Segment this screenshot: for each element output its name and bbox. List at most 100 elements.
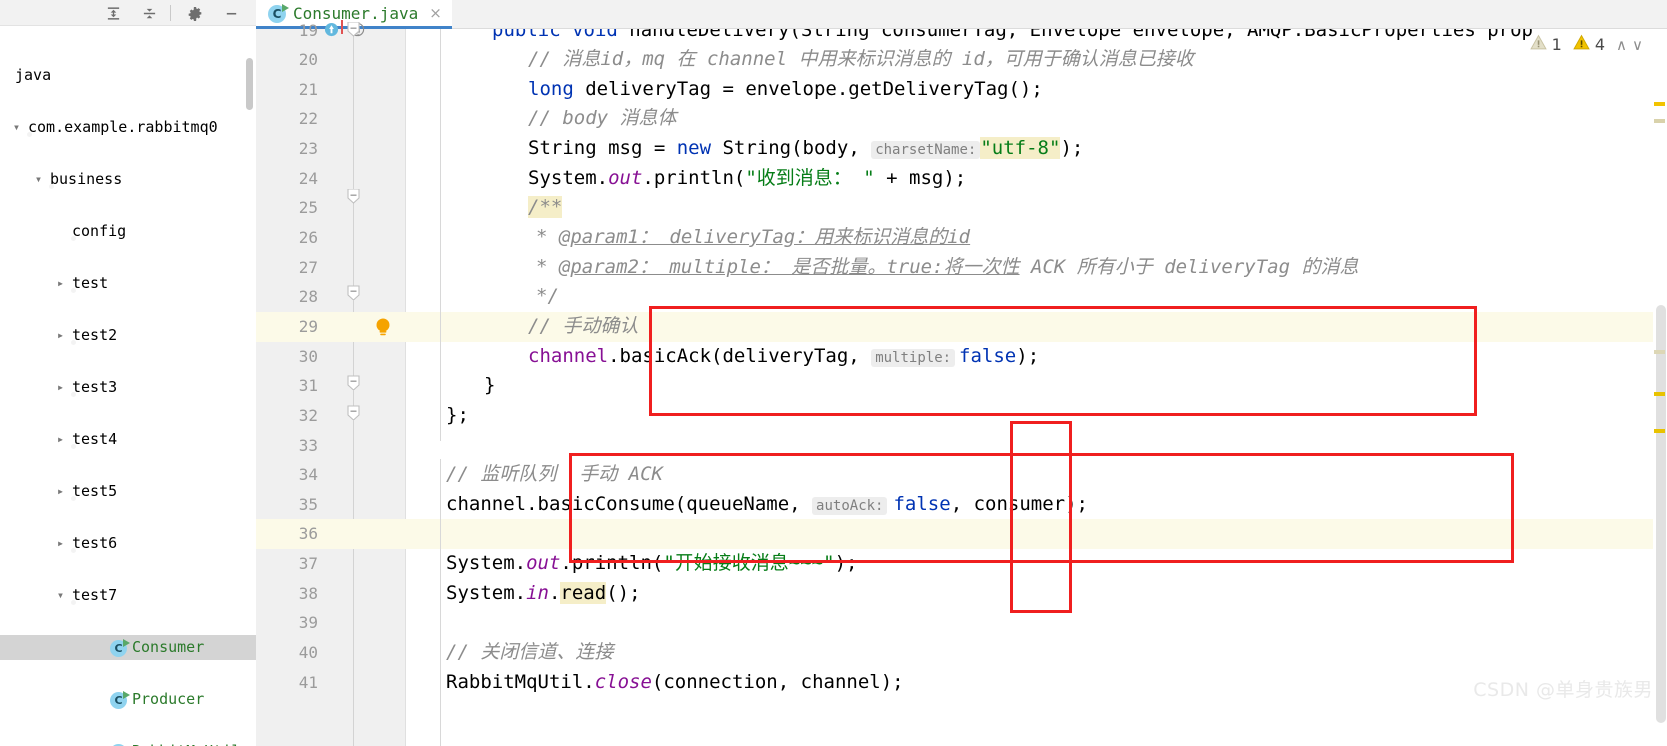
override-method-icon[interactable] (324, 22, 339, 41)
chevron-right-icon[interactable]: ▸ (54, 271, 67, 296)
editor-marker-bar[interactable] (1653, 29, 1667, 746)
fold-marker-collapse[interactable] (347, 404, 360, 420)
expand-all-icon[interactable] (104, 4, 123, 23)
tree-item-test3[interactable]: ▸ test3 (0, 375, 256, 400)
chevron-down-icon[interactable]: ▾ (54, 583, 67, 608)
warning-count: 4 (1594, 35, 1606, 54)
line-number: 37 (298, 554, 318, 573)
line-number: 23 (298, 139, 318, 158)
tree-item-test2[interactable]: ▸ test2 (0, 323, 256, 348)
line-number: 28 (298, 287, 318, 306)
line-number: 22 (298, 109, 318, 128)
warning-icon[interactable] (1573, 34, 1590, 55)
fold-marker-collapse[interactable] (347, 284, 360, 300)
tree-item-test5[interactable]: ▸ test5 (0, 479, 256, 504)
line-number: 41 (298, 673, 318, 692)
project-tree[interactable]: main java ▾com.example.rabbitmq0 ▾busine… (0, 26, 256, 746)
weak-warning-marker[interactable] (1654, 350, 1665, 354)
line-number: 36 (298, 524, 318, 543)
watermark: CSDN @单身贵族男 (1473, 679, 1653, 701)
code-line-35: channel.basicConsume(queueName, autoAck:… (446, 493, 1088, 515)
editor-gutter[interactable]: 19 20 21 22 23 24 25 26 27 28 29 30 31 3… (256, 20, 406, 746)
fold-marker-collapse[interactable] (347, 374, 360, 390)
code-editor[interactable]: public void handleDelivery(String consum… (406, 29, 1667, 746)
weak-warning-marker[interactable] (1654, 119, 1665, 123)
editor-vertical-scrollbar[interactable] (1656, 305, 1666, 723)
indent-guide (440, 459, 441, 746)
collapse-all-icon[interactable] (140, 4, 159, 23)
line-number: 19 (298, 21, 318, 40)
tree-item-package-root[interactable]: ▾ com.example.rabbitmq0 (0, 115, 256, 140)
chevron-right-icon[interactable]: ▸ (54, 323, 67, 348)
project-tree-scrollbar[interactable] (246, 58, 253, 110)
project-tool-window: main java ▾com.example.rabbitmq0 ▾busine… (0, 0, 256, 746)
minimize-icon[interactable] (222, 4, 241, 23)
code-line-38: System.in.read(); (446, 582, 641, 604)
modified-marker (341, 20, 343, 34)
warning-marker[interactable] (1654, 429, 1665, 433)
chevron-down-icon[interactable]: ▾ (10, 115, 23, 140)
line-number: 38 (298, 584, 318, 603)
editor-area: C Consumer.java × 19 20 21 22 23 24 25 2… (256, 0, 1667, 746)
intention-bulb-icon[interactable] (372, 316, 394, 342)
weak-warning-icon[interactable] (1529, 34, 1547, 55)
line-number: 21 (298, 80, 318, 99)
code-line-27: * @param2： multiple： 是否批量。true:将一次性 ACK … (536, 256, 1359, 278)
tree-item-java[interactable]: java (0, 63, 256, 88)
chevron-right-icon[interactable]: ▸ (54, 375, 67, 400)
code-line-32: }; (446, 404, 469, 426)
parameter-hint-autoack: autoAck: (812, 497, 888, 515)
tree-item-rabbitmqutil[interactable]: CRabbitMqUtil (0, 739, 256, 746)
line-number: 25 (298, 198, 318, 217)
code-line-29: // 手动确认 (528, 315, 639, 337)
code-line-41: RabbitMqUtil.close(connection, channel); (446, 671, 904, 693)
line-number: 31 (298, 376, 318, 395)
fold-marker-collapse[interactable] (347, 22, 360, 37)
line-number: 20 (298, 50, 318, 69)
code-line-37: System.out.println("开始接收消息~~~"); (446, 552, 858, 574)
tree-item-test4[interactable]: ▸ test4 (0, 427, 256, 452)
code-line-24: System.out.println("收到消息： " + msg); (528, 167, 967, 189)
warning-marker[interactable] (1654, 102, 1665, 106)
code-line-26: * @param1： deliveryTag：用来标识消息的id (536, 226, 971, 248)
tree-item-business[interactable]: ▾ business (0, 167, 256, 192)
gear-icon[interactable] (185, 4, 204, 23)
ide-window: main java ▾com.example.rabbitmq0 ▾busine… (0, 0, 1667, 746)
editor-tab-bar: C Consumer.java × (256, 0, 1667, 29)
chevron-up-icon[interactable]: ∧ (1616, 36, 1627, 54)
chevron-down-icon[interactable]: ∨ (1632, 36, 1643, 54)
line-number: 35 (298, 495, 318, 514)
line-number: 26 (298, 228, 318, 247)
chevron-right-icon[interactable]: ▸ (54, 427, 67, 452)
line-highlight (406, 519, 1667, 549)
fold-marker-collapse[interactable] (347, 189, 360, 204)
line-number: 33 (298, 436, 318, 455)
java-class-runnable-icon: C (110, 687, 130, 712)
project-toolbar (0, 0, 256, 26)
line-number: 29 (298, 317, 318, 336)
warning-marker[interactable] (1654, 392, 1665, 396)
code-line-40: // 关闭信道、连接 (446, 641, 614, 663)
code-line-34: // 监听队列 手动 ACK (446, 463, 663, 485)
tree-item-test6[interactable]: ▸ test6 (0, 531, 256, 556)
tree-item-main[interactable]: main (0, 26, 256, 34)
tree-item-test[interactable]: ▸ test (0, 271, 256, 296)
tree-item-producer[interactable]: C Producer (0, 687, 256, 712)
chevron-down-icon[interactable]: ▾ (32, 167, 45, 192)
line-number: 27 (298, 258, 318, 277)
chevron-right-icon[interactable]: ▸ (54, 479, 67, 504)
parameter-hint-multiple: multiple: (871, 349, 956, 367)
inspection-widget[interactable]: 1 4 ∧ ∨ (1529, 34, 1643, 55)
java-class-runnable-icon: C (110, 635, 130, 660)
code-line-23: String msg = new String(body, charsetNam… (528, 137, 1084, 159)
tree-item-test7[interactable]: ▾ test7 (0, 583, 256, 608)
close-icon[interactable]: × (429, 4, 442, 22)
code-line-25: /** (528, 196, 563, 218)
code-line-20: // 消息id，mq 在 channel 中用来标识消息的 id，可用于确认消息… (528, 48, 1194, 70)
tree-item-config[interactable]: config (0, 219, 256, 244)
line-number: 34 (298, 465, 318, 484)
chevron-right-icon[interactable]: ▸ (54, 531, 67, 556)
weak-warning-count: 1 (1551, 35, 1562, 54)
tree-item-consumer[interactable]: C Consumer (0, 635, 256, 660)
line-number: 32 (298, 406, 318, 425)
